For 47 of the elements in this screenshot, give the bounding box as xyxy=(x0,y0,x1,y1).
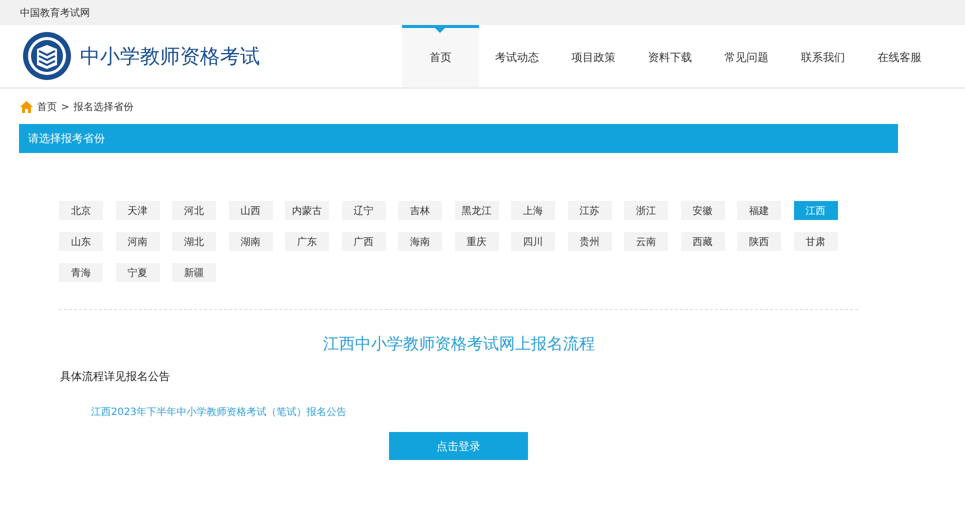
nav-tab[interactable]: 资料下载 xyxy=(632,25,708,87)
province-button[interactable]: 上海 xyxy=(511,201,555,220)
province-button[interactable]: 安徽 xyxy=(680,201,724,220)
province-button[interactable]: 云南 xyxy=(624,232,668,251)
province-button[interactable]: 重庆 xyxy=(454,232,498,251)
province-button[interactable]: 吉林 xyxy=(398,201,442,220)
nav-tab[interactable]: 常见问题 xyxy=(708,25,784,87)
province-button[interactable]: 江苏 xyxy=(568,201,612,220)
nav-tab[interactable]: 在线客服 xyxy=(861,25,938,87)
province-button[interactable]: 天津 xyxy=(116,201,160,220)
nav-tab[interactable]: 联系我们 xyxy=(784,25,861,87)
section-title: 请选择报考省份 xyxy=(28,131,105,146)
province-button[interactable]: 新疆 xyxy=(172,263,216,282)
province-button[interactable]: 四川 xyxy=(511,232,555,251)
process-title: 江西中小学教师资格考试网上报名流程 xyxy=(323,334,595,353)
province-button[interactable]: 甘肃 xyxy=(794,232,838,251)
logo-icon xyxy=(22,31,72,81)
breadcrumb-separator: > xyxy=(61,102,70,112)
province-button[interactable]: 陕西 xyxy=(737,232,781,251)
province-button[interactable]: 青海 xyxy=(59,263,103,282)
province-button[interactable]: 内蒙古 xyxy=(285,201,329,220)
breadcrumb-current: 报名选择省份 xyxy=(73,100,134,114)
province-button[interactable]: 湖南 xyxy=(228,232,272,251)
province-button[interactable]: 黑龙江 xyxy=(454,201,498,220)
home-icon xyxy=(20,101,33,113)
province-button[interactable]: 广西 xyxy=(342,232,386,251)
province-button[interactable]: 山西 xyxy=(228,201,272,220)
site-link[interactable]: 中国教育考试网 xyxy=(20,6,90,20)
site-title: 中小学教师资格考试 xyxy=(80,42,260,70)
province-button[interactable]: 河南 xyxy=(116,232,160,251)
breadcrumb-link[interactable]: 首页 xyxy=(37,100,57,114)
province-button[interactable]: 贵州 xyxy=(568,232,612,251)
province-button[interactable]: 广东 xyxy=(285,232,329,251)
province-button[interactable]: 宁夏 xyxy=(116,263,160,282)
nav-tab[interactable]: 考试动态 xyxy=(478,25,555,87)
province-button[interactable]: 北京 xyxy=(59,201,103,220)
province-button[interactable]: 河北 xyxy=(172,201,216,220)
province-button[interactable]: 福建 xyxy=(737,201,781,220)
province-button[interactable]: 海南 xyxy=(398,232,442,251)
nav-tab[interactable]: 项目政策 xyxy=(555,25,632,87)
province-button[interactable]: 浙江 xyxy=(624,201,668,220)
process-note: 具体流程详见报名公告 xyxy=(60,369,171,384)
nav-tab[interactable]: 首页 xyxy=(402,25,478,87)
province-button[interactable]: 山东 xyxy=(59,232,103,251)
province-button[interactable]: 湖北 xyxy=(172,232,216,251)
province-button[interactable]: 西藏 xyxy=(680,232,724,251)
province-button[interactable]: 辽宁 xyxy=(342,201,386,220)
